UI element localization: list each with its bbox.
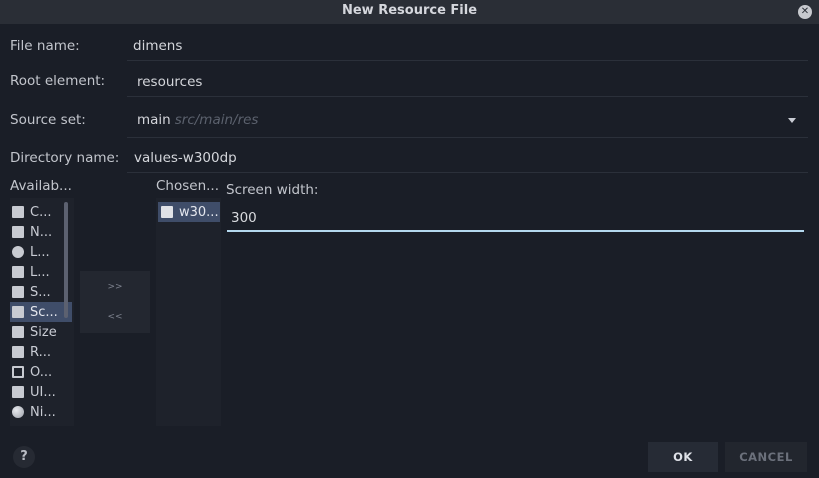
list-item-night-mode[interactable]: Ni... bbox=[10, 402, 72, 422]
ok-button[interactable]: OK bbox=[648, 442, 718, 472]
list-item-screen-width[interactable]: Sc... bbox=[10, 302, 72, 322]
country-code-icon bbox=[12, 206, 24, 218]
chosen-qualifiers-header: Chosen... bbox=[156, 178, 220, 194]
list-item-ui-mode[interactable]: UI... bbox=[10, 382, 72, 402]
chosen-qualifiers-list[interactable] bbox=[156, 198, 221, 426]
list-item-locale[interactable]: L... bbox=[10, 242, 72, 262]
source-set-hint: src/main/res bbox=[174, 112, 259, 128]
screen-width-icon bbox=[12, 306, 24, 318]
directory-name-value: values-w300dp bbox=[134, 150, 237, 166]
locale-globe-icon bbox=[12, 246, 24, 258]
root-element-value: resources bbox=[137, 74, 203, 90]
directory-name-label: Directory name: bbox=[10, 150, 120, 166]
list-item-size[interactable]: Size bbox=[10, 322, 72, 342]
size-icon bbox=[12, 326, 24, 338]
chosen-item-screen-width[interactable]: w30... bbox=[158, 202, 220, 222]
source-set-main: main bbox=[137, 112, 171, 128]
screen-width-label: Screen width: bbox=[226, 182, 319, 198]
title-bar: New Resource File ✕ bbox=[0, 0, 819, 24]
orientation-icon bbox=[12, 366, 24, 378]
root-element-field[interactable]: resources bbox=[127, 67, 808, 97]
layout-direction-icon bbox=[12, 266, 24, 278]
dialog-title: New Resource File bbox=[341, 3, 478, 18]
source-set-value: main src/main/res bbox=[137, 112, 258, 128]
list-item-ratio[interactable]: R... bbox=[10, 342, 72, 362]
file-name-label: File name: bbox=[10, 38, 80, 54]
file-name-field[interactable]: dimens bbox=[127, 32, 808, 61]
file-name-value: dimens bbox=[133, 38, 183, 54]
list-item-orientation[interactable]: O... bbox=[10, 362, 72, 382]
available-qualifiers-header: Availab... bbox=[10, 178, 72, 194]
night-mode-icon bbox=[12, 406, 24, 418]
ratio-icon bbox=[12, 346, 24, 358]
network-code-icon bbox=[12, 226, 24, 238]
list-item-network-code[interactable]: N... bbox=[10, 222, 72, 242]
list-item-country-code[interactable]: C... bbox=[10, 202, 72, 222]
chevron-down-icon[interactable] bbox=[788, 118, 796, 123]
root-element-label: Root element: bbox=[10, 73, 106, 89]
help-button[interactable]: ? bbox=[13, 446, 35, 468]
cancel-button[interactable]: CANCEL bbox=[725, 442, 807, 472]
smallest-width-icon bbox=[12, 286, 24, 298]
screen-width-input[interactable]: 300 bbox=[227, 205, 804, 232]
transfer-buttons: >> << bbox=[80, 271, 150, 333]
remove-qualifier-button[interactable]: << bbox=[80, 312, 150, 322]
list-item-smallest-width[interactable]: S... bbox=[10, 282, 72, 302]
source-set-label: Source set: bbox=[10, 112, 86, 128]
source-set-dropdown[interactable]: main src/main/res bbox=[127, 104, 808, 138]
available-list-scrollbar[interactable] bbox=[64, 202, 68, 318]
screen-width-icon bbox=[161, 206, 173, 218]
list-item-layout-direction[interactable]: L... bbox=[10, 262, 72, 282]
ui-mode-icon bbox=[12, 386, 24, 398]
close-icon[interactable]: ✕ bbox=[798, 5, 812, 19]
directory-name-field[interactable]: values-w300dp bbox=[127, 144, 808, 173]
add-qualifier-button[interactable]: >> bbox=[80, 282, 150, 292]
